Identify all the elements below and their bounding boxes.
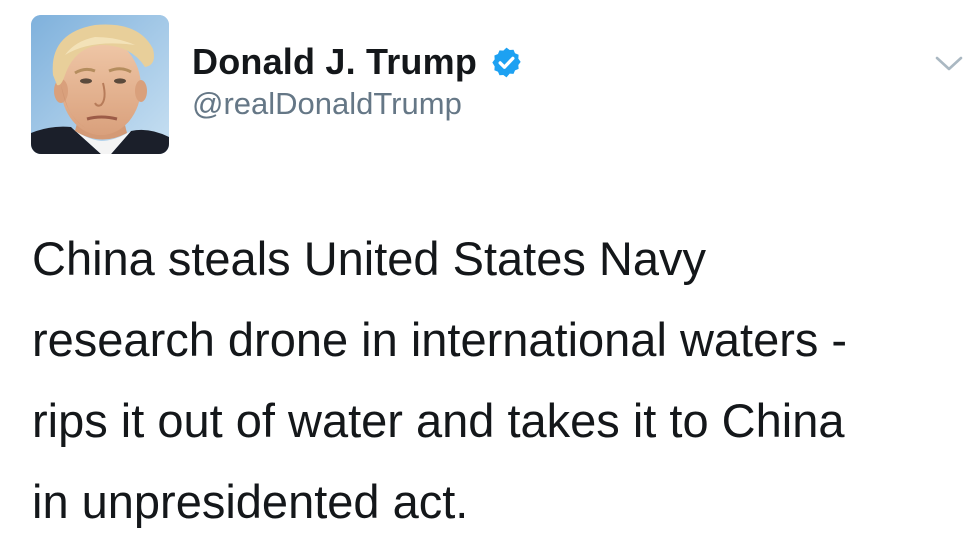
tweet-text: China steals United States Navy research…: [32, 218, 967, 542]
profile-photo-icon: [31, 15, 169, 154]
author-handle[interactable]: @realDonaldTrump: [192, 86, 462, 122]
tweet-card: Donald J. Trump @realDonaldTrump China s…: [0, 0, 980, 551]
chevron-down-icon[interactable]: [932, 52, 966, 76]
tweet-text-line: in unpresidented act.: [32, 475, 469, 528]
avatar[interactable]: [31, 15, 169, 154]
author-display-name[interactable]: Donald J. Trump: [192, 41, 477, 83]
author-name-row: Donald J. Trump: [192, 38, 523, 86]
tweet-text-line: China steals United States Navy: [32, 232, 706, 285]
tweet-text-line: rips it out of water and takes it to Chi…: [32, 394, 845, 447]
tweet-text-line: research drone in international waters -: [32, 313, 848, 366]
verified-badge-icon: [490, 46, 523, 79]
